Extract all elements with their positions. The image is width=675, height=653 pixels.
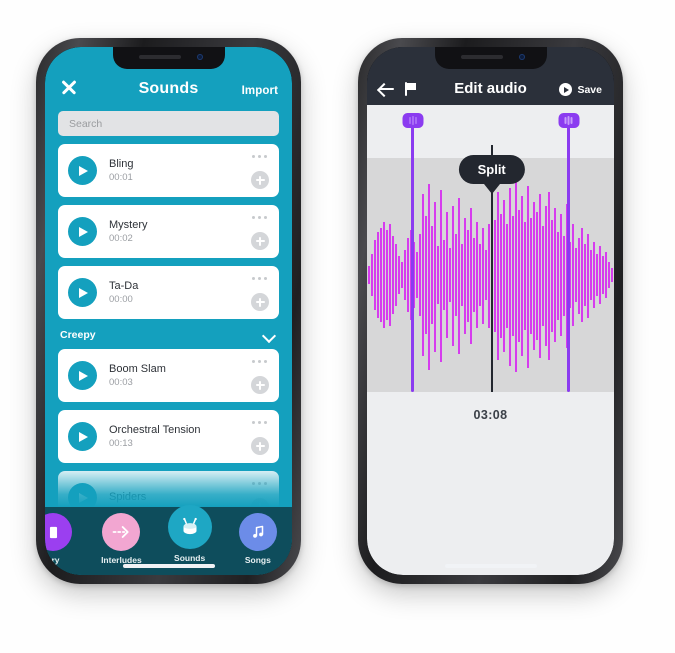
list-item-meta: Boom Slam 00:03 bbox=[109, 363, 166, 388]
selection-handle-icon[interactable] bbox=[402, 113, 424, 128]
home-indicator[interactable] bbox=[122, 564, 215, 568]
arrow-right-icon bbox=[102, 513, 141, 551]
selection-handle-icon[interactable] bbox=[558, 113, 580, 128]
list-item-duration: 00:03 bbox=[109, 377, 133, 388]
phone-notch bbox=[112, 47, 225, 69]
add-button[interactable] bbox=[251, 171, 269, 189]
play-icon[interactable] bbox=[68, 483, 97, 507]
search-input[interactable]: Search bbox=[58, 111, 279, 136]
play-icon[interactable] bbox=[68, 156, 97, 185]
front-camera bbox=[196, 54, 203, 60]
play-icon[interactable] bbox=[68, 422, 97, 451]
list-item[interactable]: Boom Slam 00:03 bbox=[58, 349, 279, 402]
list-item-meta: Mystery 00:02 bbox=[109, 219, 148, 244]
list-item-meta: Spiders bbox=[109, 491, 146, 505]
play-icon[interactable] bbox=[68, 278, 97, 307]
search-container: Search bbox=[45, 105, 292, 144]
list-item-title: Boom Slam bbox=[109, 363, 166, 375]
list-item-meta: Orchestral Tension 00:13 bbox=[109, 424, 201, 449]
screenshot-stage: Sounds Import Search Bling 00:01 Mystery… bbox=[0, 0, 675, 653]
selection-handle-right[interactable] bbox=[558, 113, 580, 392]
play-circle-icon bbox=[559, 83, 573, 96]
list-item-duration: 00:02 bbox=[109, 233, 133, 244]
list-item-duration: 00:13 bbox=[109, 438, 133, 449]
drum-icon bbox=[167, 505, 212, 549]
play-icon[interactable] bbox=[68, 361, 97, 390]
phone-mockup-right: Edit audio Save Split 03:08 bbox=[358, 38, 623, 584]
music-note-icon bbox=[238, 513, 277, 551]
split-button[interactable]: Split bbox=[458, 155, 525, 184]
list-item-duration: 00:01 bbox=[109, 172, 133, 183]
phone-notch bbox=[434, 47, 547, 69]
sounds-app: Sounds Import Search Bling 00:01 Mystery… bbox=[45, 47, 292, 575]
chevron-down-icon[interactable] bbox=[263, 329, 275, 341]
tab-label: Sounds bbox=[174, 553, 206, 563]
list-item-meta: Ta-Da 00:00 bbox=[109, 280, 138, 305]
add-button[interactable] bbox=[251, 232, 269, 250]
tab-label: Songs bbox=[244, 555, 271, 565]
edit-audio-app: Edit audio Save Split 03:08 bbox=[367, 47, 614, 575]
page-title: Sounds bbox=[138, 80, 199, 97]
front-camera bbox=[518, 54, 525, 60]
save-label: Save bbox=[577, 83, 602, 96]
split-playhead[interactable]: Split bbox=[458, 145, 525, 392]
sounds-list[interactable]: Bling 00:01 Mystery 00:02 Ta-Da 00:00 Cr… bbox=[45, 144, 292, 507]
tab-sounds[interactable]: Sounds bbox=[156, 505, 224, 563]
audio-editor-canvas[interactable]: Split 03:08 bbox=[367, 105, 614, 575]
list-item-title: Mystery bbox=[109, 219, 148, 231]
speaker-grille bbox=[460, 55, 503, 59]
list-item[interactable]: Ta-Da 00:00 bbox=[58, 266, 279, 319]
selection-handle-left[interactable] bbox=[402, 113, 424, 392]
timestamp: 03:08 bbox=[473, 408, 508, 422]
phone-screen-right: Edit audio Save Split 03:08 bbox=[367, 47, 614, 575]
add-button[interactable] bbox=[251, 293, 269, 311]
list-item-duration: 00:00 bbox=[109, 294, 133, 305]
add-button[interactable] bbox=[251, 498, 269, 507]
phone-mockup-left: Sounds Import Search Bling 00:01 Mystery… bbox=[36, 38, 301, 584]
speaker-grille bbox=[138, 55, 181, 59]
more-options-icon[interactable] bbox=[252, 482, 267, 485]
list-item[interactable]: Bling 00:01 bbox=[58, 144, 279, 197]
split-tooltip-arrow bbox=[483, 184, 500, 194]
list-item[interactable]: Orchestral Tension 00:13 bbox=[58, 410, 279, 463]
library-icon bbox=[45, 513, 73, 551]
section-header-creepy[interactable]: Creepy bbox=[58, 327, 279, 349]
tab-label: ary bbox=[46, 555, 60, 565]
save-button[interactable]: Save bbox=[559, 83, 602, 96]
section-label: Creepy bbox=[60, 329, 96, 341]
list-item-title: Ta-Da bbox=[109, 280, 139, 292]
home-indicator[interactable] bbox=[444, 564, 537, 568]
tab-songs[interactable]: Songs bbox=[224, 513, 292, 565]
tab-library[interactable]: ary bbox=[45, 513, 87, 565]
sounds-screen: Sounds Import Search Bling 00:01 Mystery… bbox=[45, 47, 292, 575]
list-item-title: Orchestral Tension bbox=[109, 424, 201, 436]
more-options-icon[interactable] bbox=[252, 216, 267, 219]
list-item-meta: Bling 00:01 bbox=[109, 158, 133, 183]
tab-interludes[interactable]: Interludes bbox=[87, 513, 155, 565]
list-item[interactable]: Mystery 00:02 bbox=[58, 205, 279, 258]
add-button[interactable] bbox=[251, 437, 269, 455]
add-button[interactable] bbox=[251, 376, 269, 394]
phone-screen-left: Sounds Import Search Bling 00:01 Mystery… bbox=[45, 47, 292, 575]
search-placeholder: Search bbox=[69, 117, 103, 130]
more-options-icon[interactable] bbox=[252, 360, 267, 363]
more-options-icon[interactable] bbox=[252, 155, 267, 158]
list-item[interactable]: Spiders bbox=[58, 471, 279, 507]
edit-audio-screen: Edit audio Save Split 03:08 bbox=[367, 47, 614, 575]
play-icon[interactable] bbox=[68, 217, 97, 246]
more-options-icon[interactable] bbox=[252, 421, 267, 424]
list-item-title: Spiders bbox=[109, 490, 147, 503]
more-options-icon[interactable] bbox=[252, 277, 267, 280]
list-item-title: Bling bbox=[109, 158, 134, 170]
